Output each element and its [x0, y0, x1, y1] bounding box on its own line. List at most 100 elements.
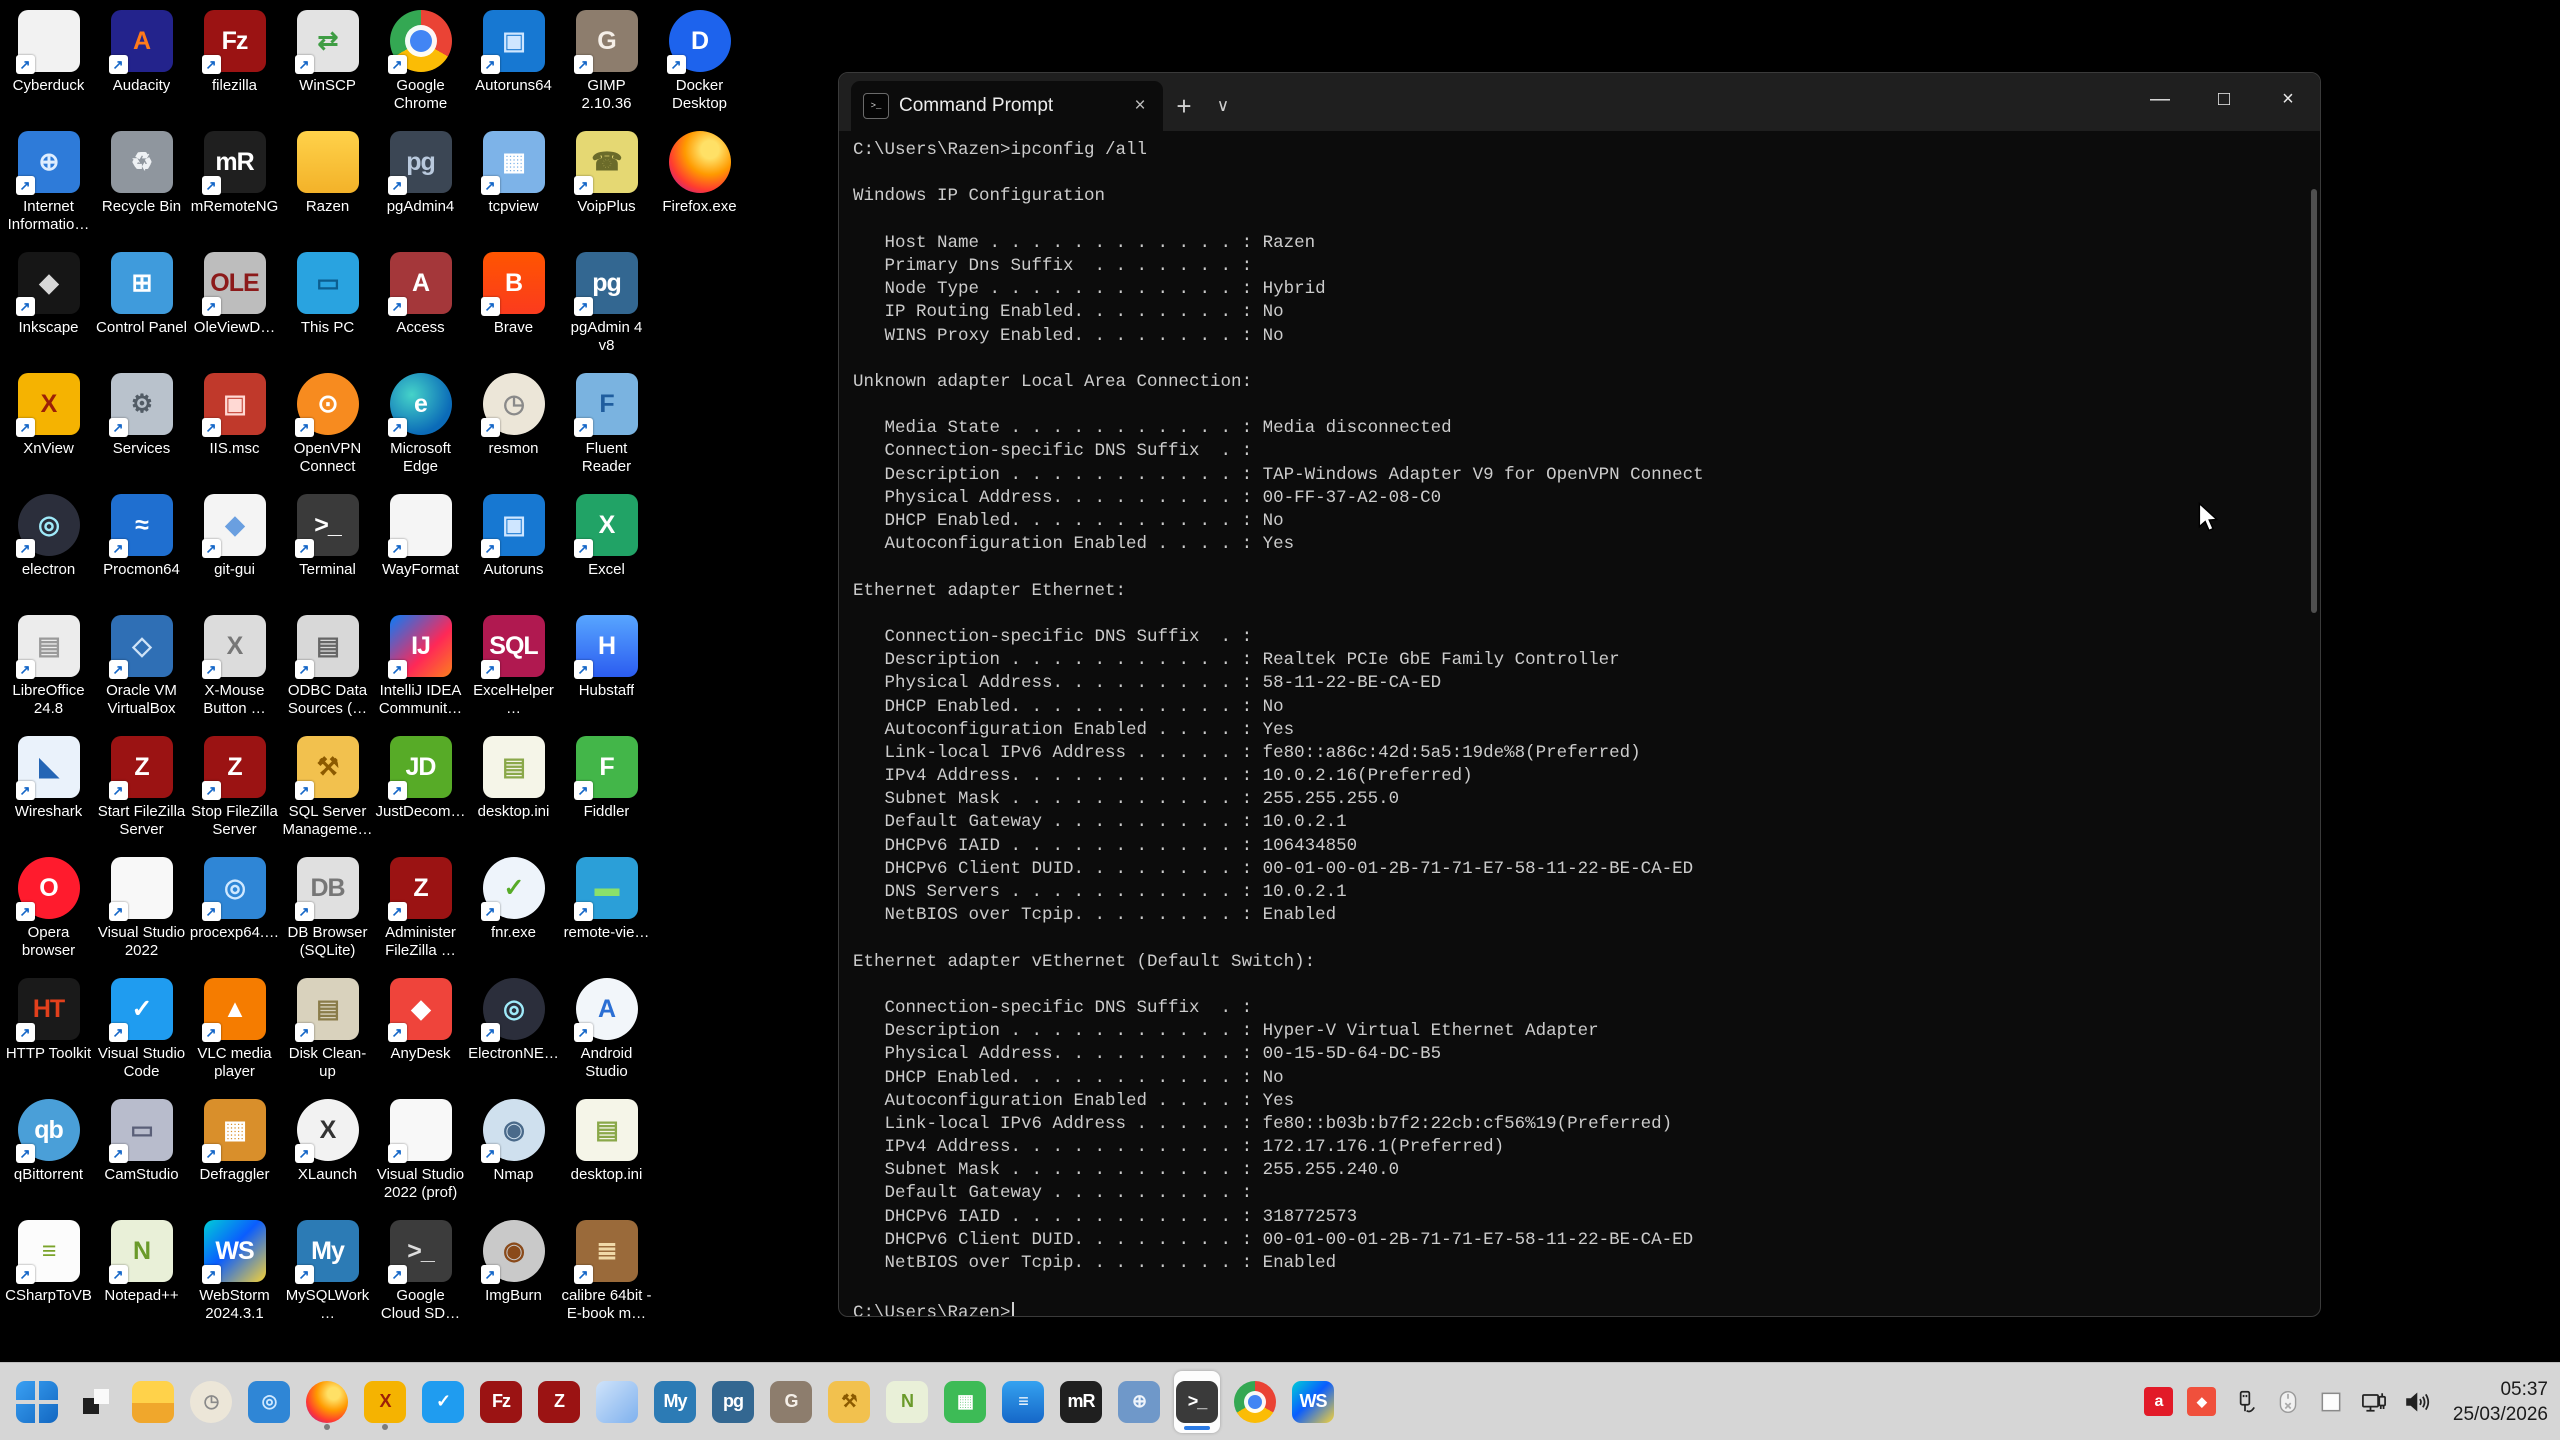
- desktop-icon[interactable]: JD ↗ JustDecom…: [374, 736, 467, 857]
- desktop-icon[interactable]: A ↗ Android Studio: [560, 978, 653, 1099]
- desktop-icon[interactable]: ◇ ↗ Oracle VM VirtualBox: [95, 615, 188, 736]
- terminal-output[interactable]: C:\Users\Razen>ipconfig /allWindows IP C…: [839, 131, 2320, 1317]
- taskbar-button[interactable]: [594, 1371, 640, 1433]
- desktop-icon[interactable]: pg ↗ pgAdmin 4 v8: [560, 252, 653, 373]
- amd-software-tray-icon[interactable]: a: [2144, 1387, 2174, 1417]
- taskbar-button[interactable]: X: [362, 1371, 408, 1433]
- desktop-icon[interactable]: ⇄ ↗ WinSCP: [281, 10, 374, 131]
- desktop-icon[interactable]: ✓ ↗ fnr.exe: [467, 857, 560, 978]
- desktop-icon[interactable]: e ↗ Microsoft Edge: [374, 373, 467, 494]
- desktop-icon[interactable]: ▭ ↗ This PC: [281, 252, 374, 373]
- desktop-icon[interactable]: HT ↗ HTTP Toolkit: [2, 978, 95, 1099]
- desktop-icon[interactable]: My ↗ MySQLWork…: [281, 1220, 374, 1341]
- x-mouse-tray-icon[interactable]: [2273, 1387, 2303, 1417]
- desktop-icon[interactable]: G ↗ GIMP 2.10.36: [560, 10, 653, 131]
- desktop-icon[interactable]: ▤ ↗ desktop.ini: [467, 736, 560, 857]
- desktop-icon[interactable]: ▦ ↗ Defraggler: [188, 1099, 281, 1220]
- desktop-icon[interactable]: ≈ ↗ Procmon64: [95, 494, 188, 615]
- desktop-icon[interactable]: ≣ ↗ calibre 64bit - E-book m…: [560, 1220, 653, 1341]
- taskbar-button[interactable]: [130, 1371, 176, 1433]
- taskbar-button[interactable]: ✓: [420, 1371, 466, 1433]
- desktop-icon[interactable]: WS ↗ WebStorm 2024.3.1: [188, 1220, 281, 1341]
- desktop-icon[interactable]: X ↗ XnView: [2, 373, 95, 494]
- tab-dropdown-button[interactable]: ∨: [1205, 81, 1241, 131]
- taskbar-button[interactable]: [14, 1371, 60, 1433]
- desktop-icon[interactable]: ◆ ↗ Inkscape: [2, 252, 95, 373]
- desktop-icon[interactable]: A ↗ Audacity: [95, 10, 188, 131]
- volume-icon[interactable]: [2402, 1387, 2432, 1417]
- desktop-icon[interactable]: ↗ WayFormat: [374, 494, 467, 615]
- taskbar-button[interactable]: >_: [1174, 1371, 1220, 1433]
- close-button[interactable]: ×: [2256, 73, 2320, 125]
- maximize-button[interactable]: □: [2192, 73, 2256, 125]
- desktop-icon[interactable]: Z ↗ Stop FileZilla Server: [188, 736, 281, 857]
- new-tab-button[interactable]: +: [1163, 81, 1205, 131]
- window-tab-bar[interactable]: >_ Command Prompt × + ∨ — □ ×: [839, 73, 2320, 131]
- taskbar-button[interactable]: ≡: [1000, 1371, 1046, 1433]
- desktop-icon[interactable]: ◆ ↗ git-gui: [188, 494, 281, 615]
- desktop-icon[interactable]: ≡ ↗ CSharpToVB: [2, 1220, 95, 1341]
- desktop-icon[interactable]: ↗ Visual Studio 2022: [95, 857, 188, 978]
- tab-close-button[interactable]: ×: [1125, 91, 1155, 121]
- desktop-icon[interactable]: ◎ ↗ procexp64.…: [188, 857, 281, 978]
- desktop-icon[interactable]: D ↗ Docker Desktop: [653, 10, 746, 131]
- desktop-icon[interactable]: ◉ ↗ Nmap: [467, 1099, 560, 1220]
- taskbar-button[interactable]: mR: [1058, 1371, 1104, 1433]
- desktop-icon[interactable]: ▤ ↗ desktop.ini: [560, 1099, 653, 1220]
- taskbar-button[interactable]: [72, 1371, 118, 1433]
- desktop-icon[interactable]: H ↗ Hubstaff: [560, 615, 653, 736]
- desktop-icon[interactable]: ▦ ↗ tcpview: [467, 131, 560, 252]
- desktop-icon[interactable]: ⚙ ↗ Services: [95, 373, 188, 494]
- desktop-icon[interactable]: ⊞ ↗ Control Panel: [95, 252, 188, 373]
- tray-app-icon[interactable]: [2316, 1387, 2346, 1417]
- taskbar-button[interactable]: Z: [536, 1371, 582, 1433]
- taskbar-button[interactable]: ⚒: [826, 1371, 872, 1433]
- desktop-icon[interactable]: X ↗ X-Mouse Button …: [188, 615, 281, 736]
- taskbar-button[interactable]: My: [652, 1371, 698, 1433]
- taskbar-button[interactable]: ▦: [942, 1371, 988, 1433]
- desktop-icon[interactable]: B ↗ Brave: [467, 252, 560, 373]
- tray-clock[interactable]: 05:37 25/03/2026: [2453, 1377, 2548, 1427]
- desktop-icon[interactable]: ▭ ↗ CamStudio: [95, 1099, 188, 1220]
- desktop-icon[interactable]: pg ↗ pgAdmin4: [374, 131, 467, 252]
- desktop-icon[interactable]: ⊙ ↗ OpenVPN Connect: [281, 373, 374, 494]
- desktop-icon[interactable]: ↗ Cyberduck: [2, 10, 95, 131]
- desktop-icon[interactable]: ✓ ↗ Visual Studio Code: [95, 978, 188, 1099]
- desktop-icon[interactable]: N ↗ Notepad++: [95, 1220, 188, 1341]
- desktop-icon[interactable]: ⊕ ↗ Internet Informatio…: [2, 131, 95, 252]
- desktop-icon[interactable]: qb ↗ qBittorrent: [2, 1099, 95, 1220]
- taskbar-button[interactable]: G: [768, 1371, 814, 1433]
- desktop-icon[interactable]: >_ ↗ Google Cloud SD…: [374, 1220, 467, 1341]
- taskbar-button[interactable]: [1232, 1371, 1278, 1433]
- desktop-icon[interactable]: ▲ ↗ VLC media player: [188, 978, 281, 1099]
- scrollbar-thumb[interactable]: [2311, 189, 2317, 613]
- desktop-icon[interactable]: ◷ ↗ resmon: [467, 373, 560, 494]
- taskbar-button[interactable]: ⊕: [1116, 1371, 1162, 1433]
- desktop-icon[interactable]: ◎ ↗ ElectronNE…: [467, 978, 560, 1099]
- taskbar-button[interactable]: WS: [1290, 1371, 1336, 1433]
- desktop-icon[interactable]: X ↗ XLaunch: [281, 1099, 374, 1220]
- desktop-icon[interactable]: ▤ ↗ Disk Clean-up: [281, 978, 374, 1099]
- desktop-icon[interactable]: ↗ Firefox.exe: [653, 131, 746, 252]
- taskbar-button[interactable]: N: [884, 1371, 930, 1433]
- desktop-icon[interactable]: >_ ↗ Terminal: [281, 494, 374, 615]
- desktop-icon[interactable]: ▤ ↗ LibreOffice 24.8: [2, 615, 95, 736]
- desktop-icon[interactable]: IJ ↗ IntelliJ IDEA Communit…: [374, 615, 467, 736]
- desktop-icon[interactable]: ◉ ↗ ImgBurn: [467, 1220, 560, 1341]
- desktop-icon[interactable]: ⚒ ↗ SQL Server Manageme…: [281, 736, 374, 857]
- desktop-icon[interactable]: Fz ↗ filezilla: [188, 10, 281, 131]
- taskbar-button[interactable]: ◎: [246, 1371, 292, 1433]
- taskbar-button[interactable]: ◷: [188, 1371, 234, 1433]
- desktop-icon[interactable]: ◎ ↗ electron: [2, 494, 95, 615]
- desktop-icon[interactable]: Z ↗ Start FileZilla Server: [95, 736, 188, 857]
- desktop-icon[interactable]: ◆ ↗ AnyDesk: [374, 978, 467, 1099]
- tab-command-prompt[interactable]: >_ Command Prompt ×: [851, 81, 1163, 131]
- desktop-icon[interactable]: ☎ ↗ VoipPlus: [560, 131, 653, 252]
- desktop-icon[interactable]: ◣ ↗ Wireshark: [2, 736, 95, 857]
- taskbar-button[interactable]: Fz: [478, 1371, 524, 1433]
- desktop-icon[interactable]: ▣ ↗ IIS.msc: [188, 373, 281, 494]
- desktop-icon[interactable]: F ↗ Fluent Reader: [560, 373, 653, 494]
- desktop-icon[interactable]: ▣ ↗ Autoruns: [467, 494, 560, 615]
- desktop-icon[interactable]: mR ↗ mRemoteNG: [188, 131, 281, 252]
- desktop-icon[interactable]: ↗ Razen: [281, 131, 374, 252]
